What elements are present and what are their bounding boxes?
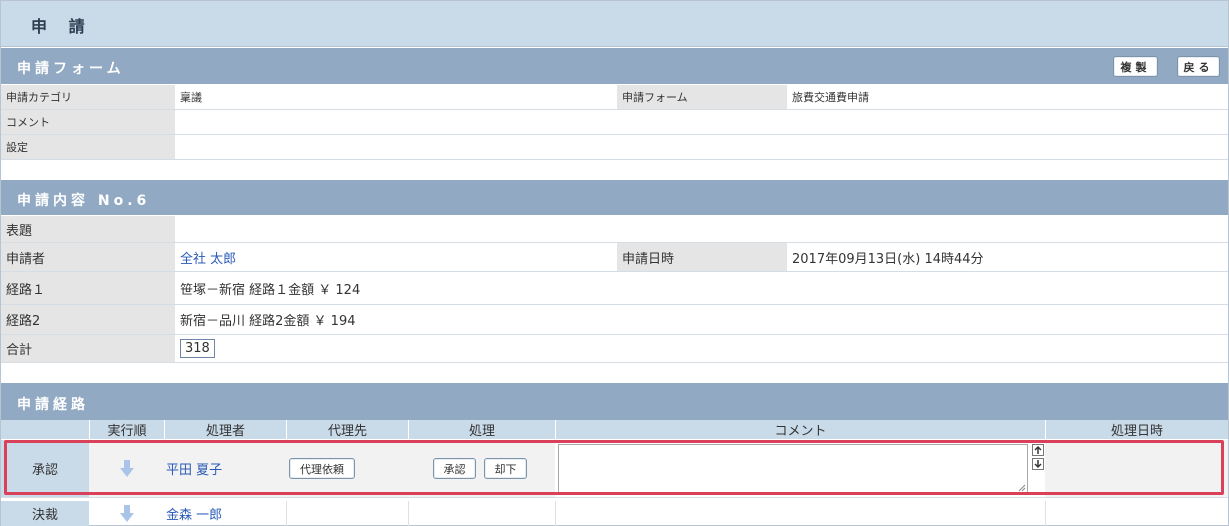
step-type-label: 承認 [31,463,58,478]
comment-textarea[interactable] [558,444,1028,494]
step2-datetime-cell [1045,501,1228,526]
step-delegate-cell: 代理依頼 [286,440,408,497]
applicant-row: 申請者 全社 太郎 申請日時 2017年09月13日(水) 14時44分 [1,243,1228,272]
settings-label: 設定 [1,135,175,159]
settings-value [175,135,1228,159]
step2-comment-cell [555,501,1045,526]
route-grid-header: 実行順 処理者 代理先 処理 コメント 処理日時 [1,420,1228,439]
approve-button[interactable]: 承認 [433,458,476,479]
datetime-value: 2017年09月13日(水) 14時44分 [787,243,1228,271]
col-header-order: 実行順 [89,420,164,439]
step-order-cell [89,440,164,497]
route2-row: 経路2 新宿－品川 経路2金額 ￥ 194 [1,305,1228,335]
applicant-link[interactable]: 全社 太郎 [175,243,617,271]
processor-link[interactable]: 平田 夏子 [166,459,222,478]
datetime-label: 申請日時 [617,243,787,271]
step2-type-label: 決裁 [31,508,58,523]
route1-value: 笹塚－新宿 経路１金額 ￥ 124 [175,272,1228,304]
step-type-cell: 承認 [1,440,89,497]
reject-button[interactable]: 却下 [484,458,527,479]
step2-order-cell [89,501,164,526]
route-section-title: 申請経路 [17,397,89,413]
page-title: 申 請 [31,17,93,36]
route-section-header: 申請経路 [1,383,1228,420]
col-header-datetime: 処理日時 [1045,420,1228,439]
subject-label: 表題 [1,216,175,242]
route1-label: 経路１ [1,272,175,304]
delegate-request-button[interactable]: 代理依頼 [289,458,355,479]
subject-value [175,216,1228,242]
back-button[interactable]: 戻る [1177,56,1220,77]
copy-button[interactable]: 複製 [1113,56,1158,77]
comment-row: コメント [1,110,1228,135]
content-section-title: 申請内容 No.6 [17,193,151,209]
route1-row: 経路１ 笹塚－新宿 経路１金額 ￥ 124 [1,272,1228,305]
route2-value: 新宿－品川 経路2金額 ￥ 194 [175,305,1228,334]
applicant-label: 申請者 [1,243,175,271]
scroll-down-icon[interactable] [1032,458,1044,470]
col-header-delegate: 代理先 [286,420,408,439]
category-value: 稟議 [175,85,617,109]
arrow-down-icon [119,504,134,522]
form-section-title: 申請フォーム [17,61,125,77]
col-header-blank [1,420,89,439]
scroll-up-icon[interactable] [1032,444,1044,456]
route2-label: 経路2 [1,305,175,334]
route-step-row-2: 決裁 金森 一郎 [1,501,1228,526]
step-datetime-cell [1045,440,1228,497]
form-section-header: 申請フォーム 複製 戻る [1,48,1228,84]
category-label: 申請カテゴリ [1,85,175,109]
comment-label: コメント [1,110,175,134]
page-title-bar: 申 請 [1,1,1228,47]
step2-delegate-cell [286,501,408,526]
subject-row: 表題 [1,216,1228,243]
form-label: 申請フォーム [617,85,787,109]
total-value: 318 [180,339,215,358]
step-processor-cell: 平田 夏子 [164,440,286,497]
content-section-header: 申請内容 No.6 [1,180,1228,215]
resize-grip-icon[interactable] [1018,484,1026,492]
step2-action-cell [408,501,555,526]
col-header-comment: コメント [555,420,1045,439]
comment-value [175,110,1228,134]
arrow-down-icon [119,459,134,477]
total-cell: 318 [175,335,1228,362]
form-value: 旅費交通費申請 [787,85,1228,109]
route-step-row: 承認 平田 夏子 代理依頼 承認 却下 [1,440,1228,498]
category-row: 申請カテゴリ 稟議 申請フォーム 旅費交通費申請 [1,85,1228,110]
total-row: 合計 318 [1,335,1228,363]
step-comment-cell [555,440,1045,497]
processor-link-2[interactable]: 金森 一郎 [166,504,222,523]
col-header-action: 処理 [408,420,555,439]
total-label: 合計 [1,335,175,362]
settings-row: 設定 [1,135,1228,160]
step2-processor-cell: 金森 一郎 [164,501,286,526]
col-header-processor: 処理者 [164,420,286,439]
step2-type-cell: 決裁 [1,501,89,526]
step-action-cell: 承認 却下 [408,440,555,497]
